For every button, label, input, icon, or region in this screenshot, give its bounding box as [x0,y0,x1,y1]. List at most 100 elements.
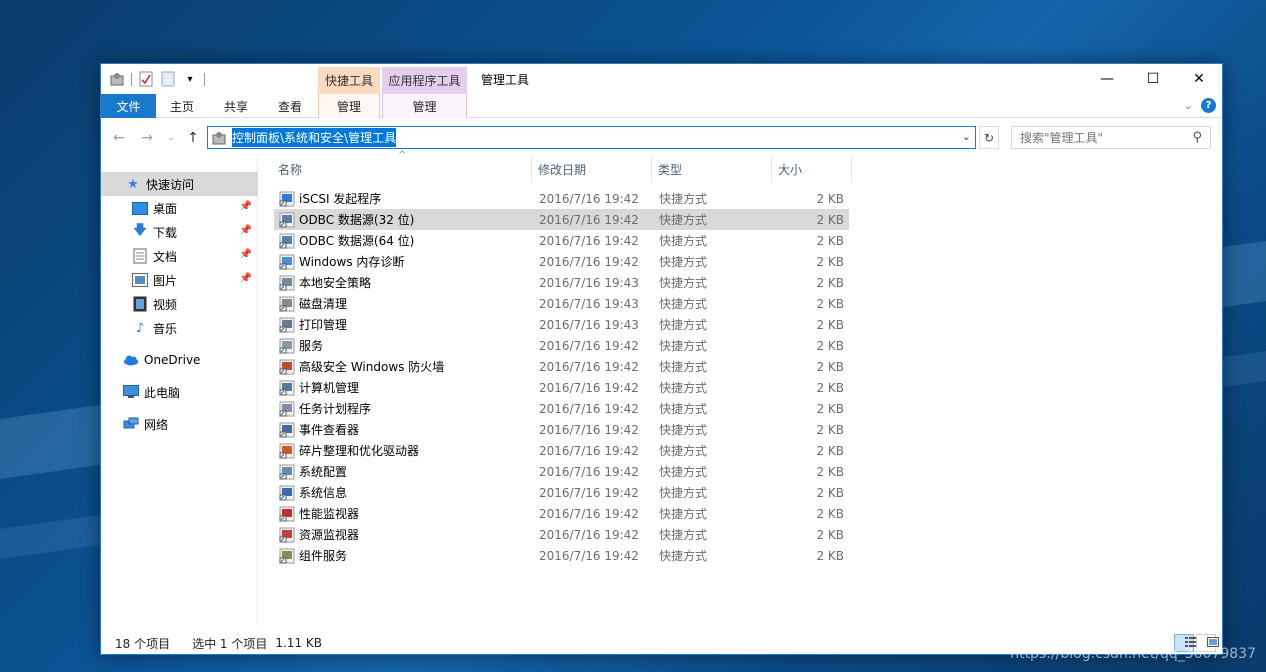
sidebar-item-label: 网络 [144,417,169,432]
table-row[interactable]: 任务计划程序 2016/7/16 19:42 快捷方式 2 KB [274,398,849,419]
file-size: 2 KB [816,443,844,458]
tab-manage-app[interactable]: 管理 [382,94,467,118]
tab-view[interactable]: 查看 [269,94,311,118]
new-folder-icon[interactable] [160,71,176,87]
sidebar-item-label: OneDrive [144,353,201,367]
cloud-icon [123,352,139,368]
address-bar[interactable]: 控制面板\系统和安全\管理工具 ⌄ [207,126,976,149]
context-tab-app-tools: 应用程序工具 [382,67,467,94]
properties-icon[interactable] [138,71,154,87]
search-icon: ⚲ [1192,130,1202,145]
file-name: 碎片整理和优化驱动器 [299,444,420,458]
file-date: 2016/7/16 19:43 [539,275,639,290]
column-header-name[interactable]: 名称 [274,156,532,182]
sidebar-item-desktop[interactable]: 桌面 📌 [101,196,258,220]
table-row[interactable]: 打印管理 2016/7/16 19:43 快捷方式 2 KB [274,314,849,335]
control-panel-icon [211,130,227,149]
ribbon-right-controls: ⌄ ? [1184,98,1216,113]
file-name: ODBC 数据源(64 位) [299,234,415,248]
sidebar-item-documents[interactable]: 文档 📌 [101,244,258,268]
file-type: 快捷方式 [659,234,708,248]
file-size: 2 KB [816,485,844,500]
toolbar-separator [131,72,132,86]
recent-locations-icon[interactable]: ⌄ [161,128,181,148]
table-row[interactable]: 本地安全策略 2016/7/16 19:43 快捷方式 2 KB [274,272,849,293]
column-header-type[interactable]: 类型 [654,156,772,182]
search-box[interactable]: ⚲ [1011,126,1211,149]
refresh-button[interactable]: ↻ [979,126,999,149]
table-row[interactable]: 事件查看器 2016/7/16 19:42 快捷方式 2 KB [274,419,849,440]
table-row[interactable]: ODBC 数据源(64 位) 2016/7/16 19:42 快捷方式 2 KB [274,230,849,251]
customize-toolbar-icon[interactable]: ▾ [182,71,198,87]
table-row[interactable]: 计算机管理 2016/7/16 19:42 快捷方式 2 KB [274,377,849,398]
sidebar-item-this-pc[interactable]: 此电脑 [101,380,258,404]
pin-icon[interactable]: 📌 [240,201,252,212]
table-row[interactable]: 性能监视器 2016/7/16 19:42 快捷方式 2 KB [274,503,849,524]
file-date: 2016/7/16 19:42 [539,464,639,479]
shortcut-icon [279,401,295,417]
file-size: 2 KB [816,275,844,290]
shortcut-icon [279,527,295,543]
address-dropdown-icon[interactable]: ⌄ [962,130,971,143]
download-icon: 🡇 [133,223,147,238]
file-size: 2 KB [816,254,844,269]
shortcut-icon [279,254,295,270]
tab-home[interactable]: 主页 [161,94,203,118]
document-icon [132,248,148,264]
table-row[interactable]: 服务 2016/7/16 19:42 快捷方式 2 KB [274,335,849,356]
table-row[interactable]: iSCSI 发起程序 2016/7/16 19:42 快捷方式 2 KB [274,188,849,209]
shortcut-icon [279,443,295,459]
table-row[interactable]: 碎片整理和优化驱动器 2016/7/16 19:42 快捷方式 2 KB [274,440,849,461]
file-name: 高级安全 Windows 防火墙 [299,360,445,374]
table-row[interactable]: 系统信息 2016/7/16 19:42 快捷方式 2 KB [274,482,849,503]
file-size: 2 KB [816,380,844,395]
file-date: 2016/7/16 19:42 [539,443,639,458]
maximize-button[interactable]: ☐ [1130,64,1176,94]
sidebar-item-label: 快速访问 [146,177,195,192]
sidebar-item-downloads[interactable]: 🡇 下载 📌 [101,220,258,244]
column-header-date[interactable]: 修改日期 [534,156,652,182]
search-input[interactable] [1020,130,1180,145]
pin-icon[interactable]: 📌 [240,249,252,260]
pin-icon[interactable]: 📌 [240,225,252,236]
file-type: 快捷方式 [659,381,708,395]
sidebar-item-quick-access[interactable]: ★ 快速访问 [101,172,258,196]
sidebar-item-pictures[interactable]: 图片 📌 [101,268,258,292]
table-row[interactable]: Windows 内存诊断 2016/7/16 19:42 快捷方式 2 KB [274,251,849,272]
table-row[interactable]: 系统配置 2016/7/16 19:42 快捷方式 2 KB [274,461,849,482]
forward-arrow-icon[interactable]: → [137,128,157,148]
music-icon: ♪ [135,320,145,336]
column-header-size[interactable]: 大小 [774,156,852,182]
table-row[interactable]: 磁盘清理 2016/7/16 19:43 快捷方式 2 KB [274,293,849,314]
sidebar-item-label: 音乐 [153,321,178,336]
star-icon: ★ [127,176,139,192]
minimize-button[interactable]: — [1084,64,1130,94]
help-icon[interactable]: ? [1201,98,1216,113]
table-row[interactable]: ODBC 数据源(32 位) 2016/7/16 19:42 快捷方式 2 KB [274,209,849,230]
tab-share[interactable]: 共享 [215,94,257,118]
up-arrow-icon[interactable]: ↑ [183,128,203,148]
expand-ribbon-icon[interactable]: ⌄ [1184,99,1193,112]
pin-icon[interactable]: 📌 [240,273,252,284]
table-row[interactable]: 资源监视器 2016/7/16 19:42 快捷方式 2 KB [274,524,849,545]
sidebar-item-label: 视频 [153,297,178,312]
sidebar-item-network[interactable]: 网络 [101,412,258,436]
tab-file[interactable]: 文件 [101,94,156,118]
back-arrow-icon[interactable]: ← [109,128,129,148]
shortcut-icon [279,191,295,207]
shortcut-icon [279,212,295,228]
tab-manage-shortcut[interactable]: 管理 [318,94,380,118]
table-row[interactable]: 组件服务 2016/7/16 19:42 快捷方式 2 KB [274,545,849,566]
file-type: 快捷方式 [659,255,708,269]
refresh-icon: ↻ [983,130,995,145]
sidebar-item-videos[interactable]: 视频 [101,292,258,316]
file-size: 2 KB [816,359,844,374]
file-size: 2 KB [816,527,844,542]
file-type: 快捷方式 [659,213,708,227]
sidebar-item-onedrive[interactable]: OneDrive [101,348,258,372]
file-type: 快捷方式 [659,507,708,521]
sidebar-item-music[interactable]: ♪ 音乐 [101,316,258,340]
sidebar-item-label: 下载 [153,225,178,240]
table-row[interactable]: 高级安全 Windows 防火墙 2016/7/16 19:42 快捷方式 2 KB [274,356,849,377]
close-button[interactable]: ✕ [1176,64,1222,94]
